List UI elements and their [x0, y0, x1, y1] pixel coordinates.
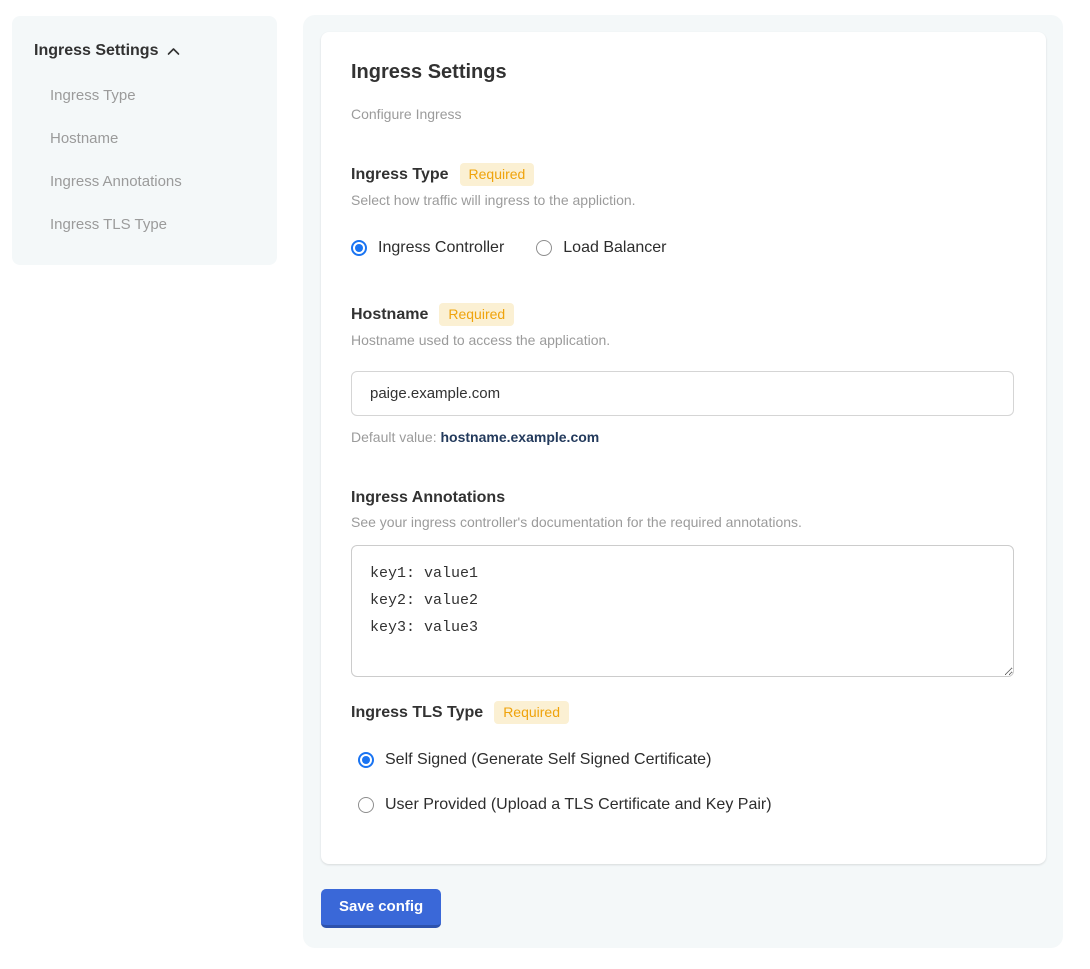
radio-user-provided[interactable]: User Provided (Upload a TLS Certificate …: [358, 795, 1016, 814]
hostname-default-line: Default value: hostname.example.com: [351, 429, 1016, 446]
default-value-prefix: Default value:: [351, 429, 441, 445]
page-title: Ingress Settings: [351, 60, 1016, 84]
sidebar-group-ingress-settings[interactable]: Ingress Settings: [34, 40, 257, 62]
radio-button-icon[interactable]: [351, 240, 367, 256]
radio-button-icon[interactable]: [358, 797, 374, 813]
annotations-help: See your ingress controller's documentat…: [351, 514, 1016, 531]
hostname-heading: Hostname: [351, 305, 428, 325]
sidebar-item-ingress-type[interactable]: Ingress Type: [34, 86, 257, 106]
radio-button-icon[interactable]: [358, 752, 374, 768]
radio-label: Ingress Controller: [378, 238, 504, 257]
section-ingress-tls-type: Ingress TLS Type Required Self Signed (G…: [351, 701, 1016, 814]
sidebar-group-label: Ingress Settings: [34, 41, 158, 61]
radio-load-balancer[interactable]: Load Balancer: [536, 238, 666, 257]
config-nav-sidebar: Ingress Settings Ingress Type Hostname I…: [12, 16, 277, 265]
chevron-up-icon: [167, 42, 180, 62]
section-hostname: Hostname Required Hostname used to acces…: [351, 303, 1016, 446]
save-config-button[interactable]: Save config: [321, 889, 441, 928]
ingress-type-radio-group: Ingress Controller Load Balancer: [351, 238, 1016, 257]
hostname-help: Hostname used to access the application.: [351, 332, 1016, 349]
default-value-text: hostname.example.com: [441, 429, 600, 445]
radio-label: Self Signed (Generate Self Signed Certif…: [385, 750, 711, 769]
radio-label: Load Balancer: [563, 238, 666, 257]
config-card: Ingress Settings Configure Ingress Ingre…: [321, 32, 1046, 864]
radio-self-signed[interactable]: Self Signed (Generate Self Signed Certif…: [358, 750, 1016, 769]
page-subtitle: Configure Ingress: [351, 106, 1016, 123]
annotations-textarea[interactable]: key1: value1 key2: value2 key3: value3: [351, 545, 1014, 677]
required-badge: Required: [439, 303, 514, 326]
ingress-type-heading: Ingress Type: [351, 165, 449, 185]
sidebar-item-list: Ingress Type Hostname Ingress Annotation…: [34, 86, 257, 235]
required-badge: Required: [494, 701, 569, 724]
config-panel: Ingress Settings Configure Ingress Ingre…: [303, 15, 1063, 948]
hostname-input[interactable]: [351, 371, 1014, 416]
annotations-heading: Ingress Annotations: [351, 488, 505, 508]
section-ingress-annotations: Ingress Annotations See your ingress con…: [351, 488, 1016, 677]
ingress-type-help: Select how traffic will ingress to the a…: [351, 192, 1016, 209]
radio-ingress-controller[interactable]: Ingress Controller: [351, 238, 504, 257]
sidebar-item-hostname[interactable]: Hostname: [34, 129, 257, 149]
sidebar-item-ingress-annotations[interactable]: Ingress Annotations: [34, 172, 257, 192]
radio-label: User Provided (Upload a TLS Certificate …: [385, 795, 772, 814]
section-ingress-type: Ingress Type Required Select how traffic…: [351, 163, 1016, 257]
sidebar-item-ingress-tls-type[interactable]: Ingress TLS Type: [34, 215, 257, 235]
tls-type-radio-group: Self Signed (Generate Self Signed Certif…: [351, 750, 1016, 814]
required-badge: Required: [460, 163, 535, 186]
radio-button-icon[interactable]: [536, 240, 552, 256]
tls-type-heading: Ingress TLS Type: [351, 703, 483, 723]
